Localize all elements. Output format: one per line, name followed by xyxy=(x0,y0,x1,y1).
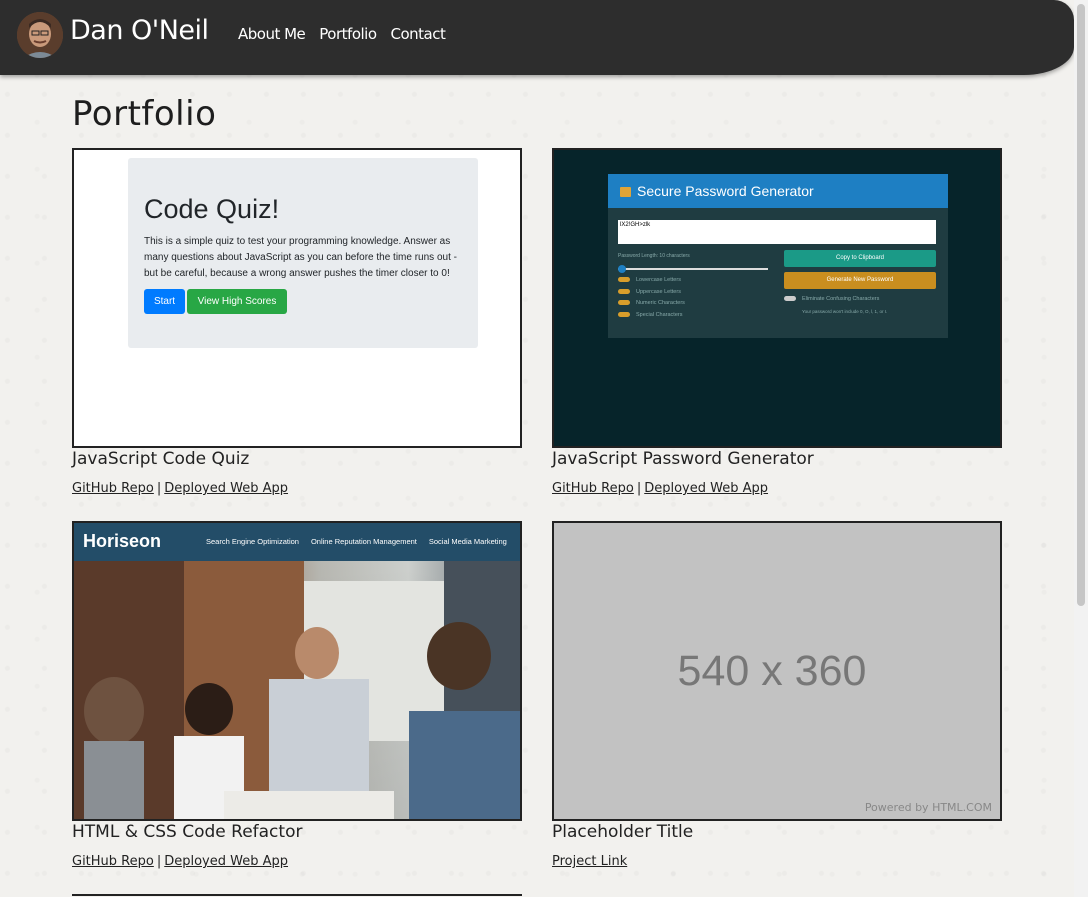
project-links: Project Link xyxy=(552,854,627,869)
nav-link-contact[interactable]: Contact xyxy=(391,25,446,43)
placeholder-size-text: 540 x 360 xyxy=(677,647,867,695)
quiz-high-scores-button: View High Scores xyxy=(187,289,287,314)
project-title: JavaScript Code Quiz xyxy=(72,449,250,469)
pw-option: Numeric Characters xyxy=(618,300,685,312)
pw-option: Uppercase Letters xyxy=(618,289,685,301)
pw-header: Secure Password Generator xyxy=(608,174,948,208)
link-separator: | xyxy=(156,854,162,869)
pw-note: Your password won't include 0, O, l, 1, … xyxy=(802,309,888,314)
next-card-top-edge xyxy=(72,894,522,896)
pw-output-field: lX2!GH>zlk xyxy=(618,220,936,244)
project-links: GitHub Repo | Deployed Web App xyxy=(72,481,288,496)
deployed-app-link[interactable]: Deployed Web App xyxy=(164,854,288,869)
avatar xyxy=(17,12,63,58)
nav-link-about-me[interactable]: About Me xyxy=(238,25,306,43)
scrollbar-thumb[interactable] xyxy=(1077,4,1085,606)
page-title: Portfolio xyxy=(72,94,217,134)
toggle-icon xyxy=(618,300,630,306)
deployed-app-link[interactable]: Deployed Web App xyxy=(164,481,288,496)
pw-length-slider xyxy=(618,265,768,273)
github-repo-link[interactable]: GitHub Repo xyxy=(552,481,634,496)
pw-generator-card: Secure Password Generator lX2!GH>zlk Pas… xyxy=(608,174,948,338)
pw-option: Special Characters xyxy=(618,312,685,324)
horiseon-nav: Search Engine Optimization Online Reputa… xyxy=(206,537,507,546)
toggle-icon xyxy=(618,311,630,317)
toggle-icon xyxy=(618,288,630,294)
project-title: Placeholder Title xyxy=(552,822,694,842)
page-scrollbar[interactable] xyxy=(1074,0,1088,897)
pw-options: Lowercase Letters Uppercase Letters Nume… xyxy=(618,277,685,323)
link-separator: | xyxy=(156,481,162,496)
placeholder-powered-by: Powered by HTML.COM xyxy=(864,801,992,814)
nav-menu: About Me Portfolio Contact xyxy=(238,25,446,43)
github-repo-link[interactable]: GitHub Repo xyxy=(72,481,154,496)
pw-heading: Secure Password Generator xyxy=(637,183,814,199)
project-thumbnail[interactable]: Code Quiz! This is a simple quiz to test… xyxy=(72,148,522,448)
pw-generate-button: Generate New Password xyxy=(784,272,936,289)
project-thumbnail[interactable]: 540 x 360 Powered by HTML.COM xyxy=(552,521,1002,821)
quiz-start-button: Start xyxy=(144,289,185,314)
team-photo-icon xyxy=(74,561,520,819)
quiz-description: This is a simple quiz to test your progr… xyxy=(144,236,457,279)
project-link[interactable]: Project Link xyxy=(552,854,627,869)
project-links: GitHub Repo | Deployed Web App xyxy=(72,854,288,869)
pw-confusing-option: Eliminate Confusing Characters xyxy=(784,296,879,302)
toggle-icon xyxy=(784,296,796,302)
project-title: HTML & CSS Code Refactor xyxy=(72,822,303,842)
pw-length-label: Password Length: 10 characters xyxy=(618,253,690,259)
quiz-heading: Code Quiz! xyxy=(144,194,280,224)
pw-copy-button: Copy to Clipboard xyxy=(784,250,936,267)
deployed-app-link[interactable]: Deployed Web App xyxy=(644,481,768,496)
toggle-icon xyxy=(618,277,630,283)
project-title: JavaScript Password Generator xyxy=(552,449,814,469)
link-separator: | xyxy=(636,481,642,496)
project-thumbnail[interactable]: Horiseon Search Engine Optimization Onli… xyxy=(72,521,522,821)
quiz-jumbotron: Code Quiz! This is a simple quiz to test… xyxy=(128,158,478,348)
nav-link-portfolio[interactable]: Portfolio xyxy=(319,25,377,43)
lock-icon xyxy=(620,187,631,197)
project-links: GitHub Repo | Deployed Web App xyxy=(552,481,768,496)
brand-name[interactable]: Dan O'Neil xyxy=(70,15,209,46)
horiseon-logo: Horiseon xyxy=(83,531,162,551)
profile-photo-icon xyxy=(17,12,63,58)
project-thumbnail[interactable]: Secure Password Generator lX2!GH>zlk Pas… xyxy=(552,148,1002,448)
github-repo-link[interactable]: GitHub Repo xyxy=(72,854,154,869)
horiseon-header: Horiseon Search Engine Optimization Onli… xyxy=(74,523,520,561)
navbar: Dan O'Neil About Me Portfolio Contact xyxy=(0,0,1074,75)
pw-option: Lowercase Letters xyxy=(618,277,685,289)
